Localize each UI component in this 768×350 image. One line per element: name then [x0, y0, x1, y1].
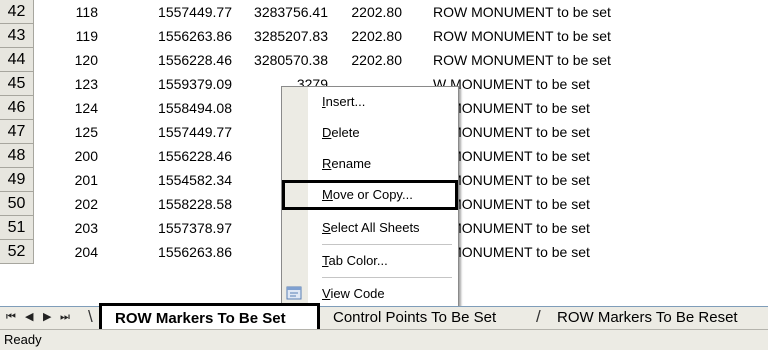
cell-easting[interactable]: 3283756.41	[236, 0, 328, 24]
sheet-tab-context-menu: Insert... Delete Rename Move or Copy... …	[281, 86, 459, 310]
last-sheet-icon[interactable]: ⏭	[60, 309, 70, 325]
menu-item-move-or-copy[interactable]: Move or Copy...	[282, 180, 458, 210]
cell-description[interactable]: ROW MONUMENT to be set	[433, 0, 611, 24]
table-row[interactable]: 42 118 1557449.77 3283756.41 2202.80 ROW MONU…	[0, 0, 768, 24]
first-sheet-icon[interactable]: ⏮	[6, 309, 16, 325]
next-sheet-icon[interactable]: ▶	[43, 309, 51, 325]
row-number-header[interactable]: 43	[0, 24, 34, 48]
cell-point-id[interactable]: 118	[58, 0, 98, 24]
cell-point-id[interactable]: 119	[58, 24, 98, 48]
row-number-header[interactable]: 52	[0, 240, 34, 264]
row-number-header[interactable]: 48	[0, 144, 34, 168]
menu-item-insert[interactable]: Insert...	[282, 87, 458, 117]
cell-description[interactable]: ROW MONUMENT to be set	[433, 48, 611, 72]
row-number-header[interactable]: 49	[0, 168, 34, 192]
cell-elevation[interactable]: 2202.80	[344, 0, 402, 24]
menu-item-label: Delete	[322, 125, 360, 140]
cell-northing[interactable]: 1557449.77	[136, 0, 232, 24]
table-row[interactable]: 44 120 1556228.46 3280570.38 2202.80 ROW MONU…	[0, 48, 768, 72]
row-number-header[interactable]: 50	[0, 192, 34, 216]
row-number-header[interactable]: 47	[0, 120, 34, 144]
menu-item-label: Rename	[322, 156, 372, 171]
view-code-icon	[286, 286, 303, 301]
cell-point-id[interactable]: 201	[58, 168, 98, 192]
cell-elevation[interactable]: 2202.80	[344, 24, 402, 48]
tab-divider: \	[88, 307, 93, 326]
cell-northing[interactable]: 1558228.58	[136, 192, 232, 216]
row-number-header[interactable]: 44	[0, 48, 34, 72]
cell-elevation[interactable]: 2202.80	[344, 48, 402, 72]
cell-northing[interactable]: 1557378.97	[136, 216, 232, 240]
cell-easting[interactable]: 3285207.83	[236, 24, 328, 48]
sheet-tab-bar: ⏮ ◀ ▶ ⏭ \ ROW Markers To Be Set Control …	[0, 303, 768, 335]
cell-point-id[interactable]: 200	[58, 144, 98, 168]
cell-northing[interactable]: 1554582.34	[136, 168, 232, 192]
sheet-tab-label: ROW Markers To Be Set	[115, 310, 286, 327]
cell-point-id[interactable]: 124	[58, 96, 98, 120]
row-number-header[interactable]: 51	[0, 216, 34, 240]
menu-item-label: Move or Copy...	[322, 187, 413, 202]
row-number-header[interactable]: 45	[0, 72, 34, 96]
menu-item-label: Select All Sheets	[322, 220, 420, 235]
cell-point-id[interactable]: 125	[58, 120, 98, 144]
cell-description[interactable]: ROW MONUMENT to be set	[433, 24, 611, 48]
cell-northing[interactable]: 1558494.08	[136, 96, 232, 120]
prev-sheet-icon[interactable]: ◀	[25, 309, 33, 325]
cell-northing[interactable]: 1556228.46	[136, 48, 232, 72]
sheet-tab-row-markers-to-be-reset[interactable]: ROW Markers To Be Reset	[557, 309, 738, 327]
cell-northing[interactable]: 1556263.86	[136, 240, 232, 264]
cell-easting[interactable]: 3280570.38	[236, 48, 328, 72]
menu-item-label: Insert...	[322, 94, 366, 109]
sheet-tab-control-points-to-be-set[interactable]: Control Points To Be Set	[333, 309, 496, 327]
menu-item-rename[interactable]: Rename	[282, 149, 458, 179]
menu-item-label: Tab Color...	[322, 253, 388, 268]
cell-northing[interactable]: 1556263.86	[136, 24, 232, 48]
cell-point-id[interactable]: 123	[58, 72, 98, 96]
row-number-header[interactable]: 46	[0, 96, 34, 120]
cell-point-id[interactable]: 202	[58, 192, 98, 216]
row-number-header[interactable]: 42	[0, 0, 34, 24]
status-bar: Ready	[0, 329, 768, 350]
menu-item-select-all-sheets[interactable]: Select All Sheets	[282, 213, 458, 243]
menu-separator	[322, 277, 452, 278]
menu-item-delete[interactable]: Delete	[282, 118, 458, 148]
table-row[interactable]: 43 119 1556263.86 3285207.83 2202.80 ROW MONU…	[0, 24, 768, 48]
cell-point-id[interactable]: 203	[58, 216, 98, 240]
tab-divider: /	[536, 307, 541, 326]
status-text: Ready	[4, 332, 42, 347]
cell-point-id[interactable]: 204	[58, 240, 98, 264]
menu-item-tab-color[interactable]: Tab Color...	[282, 246, 458, 276]
cell-northing[interactable]: 1557449.77	[136, 120, 232, 144]
menu-item-label: View Code	[322, 286, 385, 301]
cell-point-id[interactable]: 120	[58, 48, 98, 72]
menu-separator	[322, 244, 452, 245]
cell-northing[interactable]: 1556228.46	[136, 144, 232, 168]
cell-northing[interactable]: 1559379.09	[136, 72, 232, 96]
